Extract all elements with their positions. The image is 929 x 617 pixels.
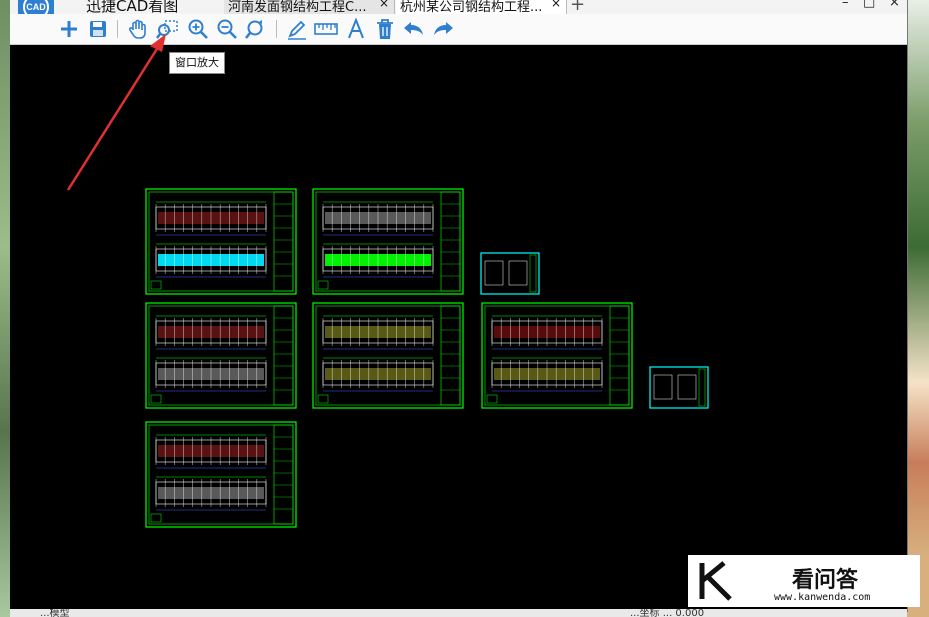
status-bar: ...模型 ...坐标 ... 0.000 bbox=[10, 609, 907, 617]
toolbar-separator bbox=[276, 20, 277, 38]
status-right-text: ...坐标 ... 0.000 bbox=[630, 609, 705, 617]
minimize-button[interactable]: – bbox=[842, 0, 849, 10]
zoom-in-icon[interactable] bbox=[185, 16, 211, 42]
app-logo: CAD bbox=[18, 0, 54, 14]
close-window-button[interactable]: × bbox=[889, 0, 900, 10]
pen-icon[interactable] bbox=[284, 16, 310, 42]
save-icon[interactable] bbox=[85, 16, 111, 42]
close-tab-icon[interactable]: × bbox=[551, 0, 561, 10]
watermark-url: www.kanwenda.com bbox=[774, 592, 871, 603]
drawing-canvas[interactable] bbox=[10, 45, 907, 609]
title-bar: CAD 迅捷CAD看图 河南发面钢结构工程C... × 杭州某公司钢结构工程..… bbox=[10, 0, 907, 14]
add-tab-button[interactable]: + bbox=[570, 0, 585, 14]
window-zoom-icon[interactable] bbox=[155, 16, 181, 42]
redo-icon[interactable] bbox=[430, 16, 456, 42]
tab-document-1[interactable]: 河南发面钢结构工程C... × bbox=[224, 0, 395, 14]
tab-label: 杭州某公司钢结构工程... bbox=[400, 0, 543, 14]
new-icon[interactable] bbox=[56, 16, 82, 42]
tooltip-window-zoom: 窗口放大 bbox=[169, 52, 225, 74]
tab-document-2[interactable]: 杭州某公司钢结构工程... × bbox=[396, 0, 567, 14]
desktop-background-right bbox=[905, 0, 929, 617]
toolbar-separator bbox=[117, 20, 118, 38]
maximize-button[interactable]: □ bbox=[863, 0, 875, 10]
zoom-out-icon[interactable] bbox=[214, 16, 240, 42]
toolbar bbox=[10, 14, 907, 45]
watermark-brand: 看问答 bbox=[792, 568, 859, 593]
app-title: 迅捷CAD看图 bbox=[86, 0, 179, 14]
close-tab-icon[interactable]: × bbox=[379, 0, 389, 10]
pan-hand-icon[interactable] bbox=[125, 16, 151, 42]
zoom-extents-icon[interactable] bbox=[242, 16, 268, 42]
delete-icon[interactable] bbox=[372, 16, 398, 42]
watermark-logo-icon bbox=[699, 561, 732, 601]
tab-label: 河南发面钢结构工程C... bbox=[228, 0, 367, 14]
undo-icon[interactable] bbox=[401, 16, 427, 42]
status-left-text: ...模型 bbox=[40, 609, 70, 617]
watermark: 看问答 www.kanwenda.com bbox=[688, 555, 920, 607]
measure-ruler-icon[interactable] bbox=[313, 16, 339, 42]
text-icon[interactable] bbox=[343, 16, 369, 42]
desktop-background-left bbox=[0, 0, 10, 617]
